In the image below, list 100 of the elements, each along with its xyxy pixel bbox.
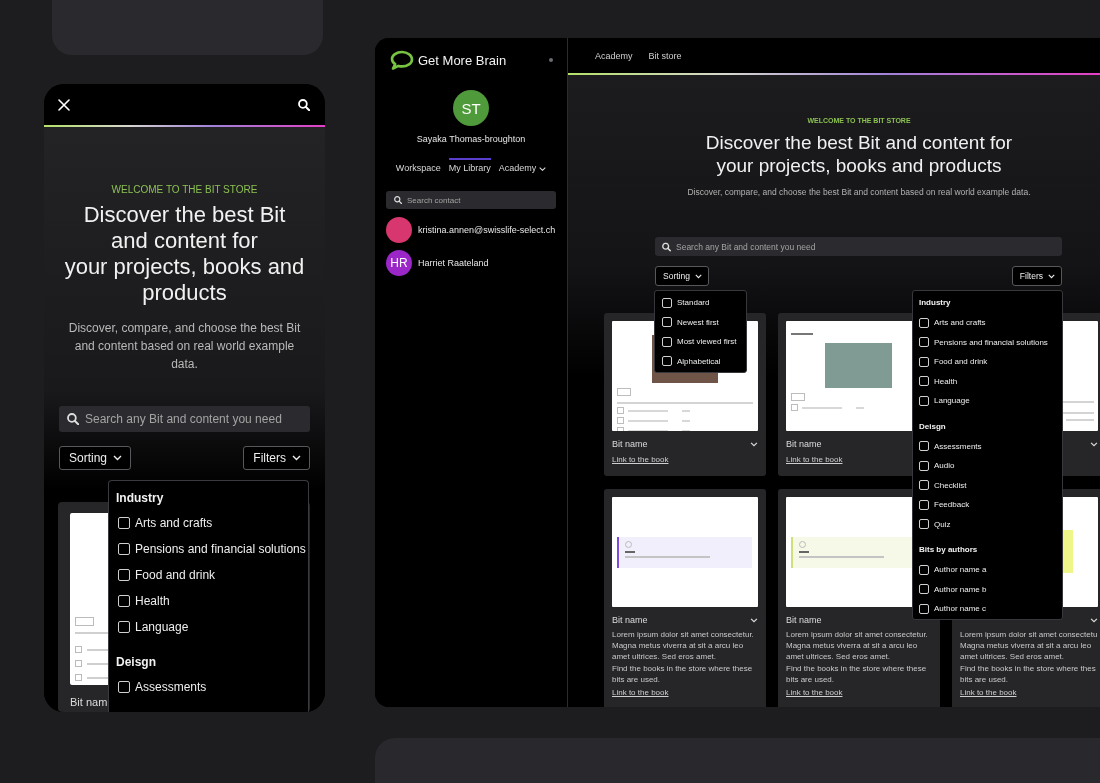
- filter-option[interactable]: Language: [118, 614, 307, 640]
- filter-option[interactable]: Author name a: [919, 560, 1058, 580]
- search-field[interactable]: Search contact: [386, 191, 556, 209]
- checkbox[interactable]: [919, 395, 929, 406]
- close-icon[interactable]: [58, 98, 70, 111]
- filter-option[interactable]: Health: [919, 371, 1058, 391]
- sidebar-tab[interactable]: My Library: [448, 158, 491, 174]
- sort-option[interactable]: Standard: [662, 293, 740, 313]
- book-link[interactable]: Link to the book: [612, 454, 669, 466]
- filter-group-heading: Industry: [919, 297, 952, 309]
- checkbox[interactable]: [118, 569, 130, 581]
- sort-option[interactable]: Most viewed first: [662, 332, 740, 352]
- card-description: Lorem ipsum dolor sit amet consectetur. Magna metus viverra at sit a arcu leo amet ultrices. Sed eros amet.: [786, 629, 929, 662]
- checkbox[interactable]: [919, 441, 929, 452]
- search-icon: [67, 413, 79, 425]
- checkbox[interactable]: [919, 519, 929, 530]
- checkbox[interactable]: [919, 480, 929, 491]
- chevron-down-icon[interactable]: [1090, 441, 1098, 447]
- filter-option[interactable]: Language: [919, 391, 1058, 411]
- checkbox[interactable]: [118, 681, 130, 693]
- checkbox[interactable]: [919, 376, 929, 387]
- book-link[interactable]: Link to the book: [612, 687, 669, 699]
- chevron-down-icon: [113, 455, 123, 461]
- filter-option[interactable]: Author name b: [919, 579, 1058, 599]
- filters-button[interactable]: Filters: [243, 446, 310, 470]
- filter-option[interactable]: Pensions and financial solutions: [118, 536, 307, 562]
- checkbox[interactable]: [662, 336, 672, 347]
- filter-option[interactable]: Quiz: [919, 514, 1058, 534]
- search-field[interactable]: Search any Bit and content you need: [655, 237, 1062, 256]
- filters-button[interactable]: Filters: [1011, 266, 1062, 286]
- filter-option[interactable]: Assessments: [919, 436, 1058, 456]
- filter-option[interactable]: Checklist: [919, 475, 1058, 495]
- checkbox[interactable]: [118, 517, 130, 529]
- hero-description: Discover, compare, and choose the best Bit and content based on real world example data.: [686, 186, 1032, 198]
- sorting-button[interactable]: Sorting: [59, 446, 132, 470]
- search-icon: [394, 196, 402, 204]
- filter-option[interactable]: Food and drink: [919, 352, 1058, 372]
- checkbox[interactable]: [662, 317, 672, 328]
- chevron-down-icon[interactable]: [1090, 617, 1098, 623]
- dot-icon[interactable]: [549, 58, 553, 62]
- card-title: Bit name: [612, 438, 648, 450]
- checkbox[interactable]: [662, 297, 672, 308]
- checkbox[interactable]: [118, 543, 130, 555]
- contact-name[interactable]: kristina.annen@swisslife-select.ch: [418, 225, 556, 235]
- search-field[interactable]: Search any Bit and content you need: [59, 406, 310, 432]
- hero-title: Discover the best Bit and content for your projects, books and products: [704, 131, 1014, 177]
- user-name: Sayaka Thomas-broughton: [415, 134, 527, 145]
- checkbox[interactable]: [919, 337, 929, 348]
- hero-title: Discover the best Bit and content for your projects, books and products: [63, 202, 306, 306]
- chevron-down-icon[interactable]: [750, 441, 758, 447]
- brand-name: Get More Brain: [418, 52, 507, 68]
- sort-option[interactable]: Alphabetical: [662, 351, 740, 371]
- checkbox[interactable]: [118, 621, 130, 633]
- hero-description: Discover, compare, and choose the best Bit and content based on real world example data.: [67, 320, 302, 373]
- filter-group-heading: Deisgn: [919, 420, 947, 433]
- checkbox[interactable]: [118, 595, 130, 607]
- contact-avatar[interactable]: [386, 217, 412, 243]
- contact-name[interactable]: Harriet Raateland: [418, 258, 489, 268]
- chevron-down-icon[interactable]: [750, 617, 758, 623]
- card-title: Bit name: [786, 614, 822, 626]
- card-description: Lorem ipsum dolor sit amet consectetu Magna metus viverra at sit a arcu leo amet ultrices. Sed eros amet.: [960, 629, 1098, 662]
- search-icon[interactable]: [298, 98, 310, 111]
- filter-group-heading: Industry: [116, 491, 165, 505]
- filter-option[interactable]: Arts and crafts: [118, 510, 307, 536]
- book-link[interactable]: Link to the book: [960, 687, 1017, 699]
- nav-link[interactable]: Bit store: [648, 50, 682, 61]
- checkbox[interactable]: [919, 564, 929, 575]
- input-field: [617, 388, 631, 396]
- filter-option[interactable]: Pensions and financial solutions: [919, 332, 1058, 352]
- filter-option[interactable]: Feedback: [919, 495, 1058, 515]
- checkbox[interactable]: [919, 603, 929, 614]
- book-link[interactable]: Link to the book: [786, 687, 843, 699]
- caret-icon: [539, 166, 547, 171]
- speech-bubble-icon[interactable]: [389, 50, 415, 70]
- sidebar-tab[interactable]: Workspace: [395, 158, 441, 174]
- input-field: [75, 617, 94, 626]
- filter-option[interactable]: Health: [118, 588, 307, 614]
- book-link[interactable]: Link to the book: [786, 454, 843, 466]
- filter-option[interactable]: Audio: [919, 456, 1058, 476]
- checkbox[interactable]: [919, 317, 929, 328]
- sorting-button[interactable]: Sorting: [655, 266, 709, 286]
- filter-option[interactable]: Assessments: [118, 674, 307, 700]
- photo-placeholder: [825, 343, 892, 388]
- tagline: WELCOME TO THE BIT STORE: [110, 184, 259, 196]
- sort-option[interactable]: Newest first: [662, 312, 740, 332]
- checkbox[interactable]: [919, 499, 929, 510]
- card-note: Find the books in the store where thes bits are used.: [960, 663, 1097, 685]
- filter-option[interactable]: Food and drink: [118, 562, 307, 588]
- checkbox[interactable]: [662, 356, 672, 367]
- nav-link[interactable]: Academy: [595, 50, 633, 61]
- checkbox[interactable]: [919, 460, 929, 471]
- card-title: Bit name: [612, 614, 648, 626]
- filter-option[interactable]: Arts and crafts: [919, 313, 1058, 333]
- checkbox[interactable]: [919, 584, 929, 595]
- sidebar-tab[interactable]: Academy: [498, 158, 547, 174]
- contact-avatar[interactable]: HR: [386, 250, 412, 276]
- filter-option[interactable]: Author name c: [919, 599, 1058, 619]
- checkbox[interactable]: [919, 356, 929, 367]
- card-title: Bit name: [786, 438, 822, 450]
- card-note: Find the books in the store where these bits are used.: [612, 663, 754, 685]
